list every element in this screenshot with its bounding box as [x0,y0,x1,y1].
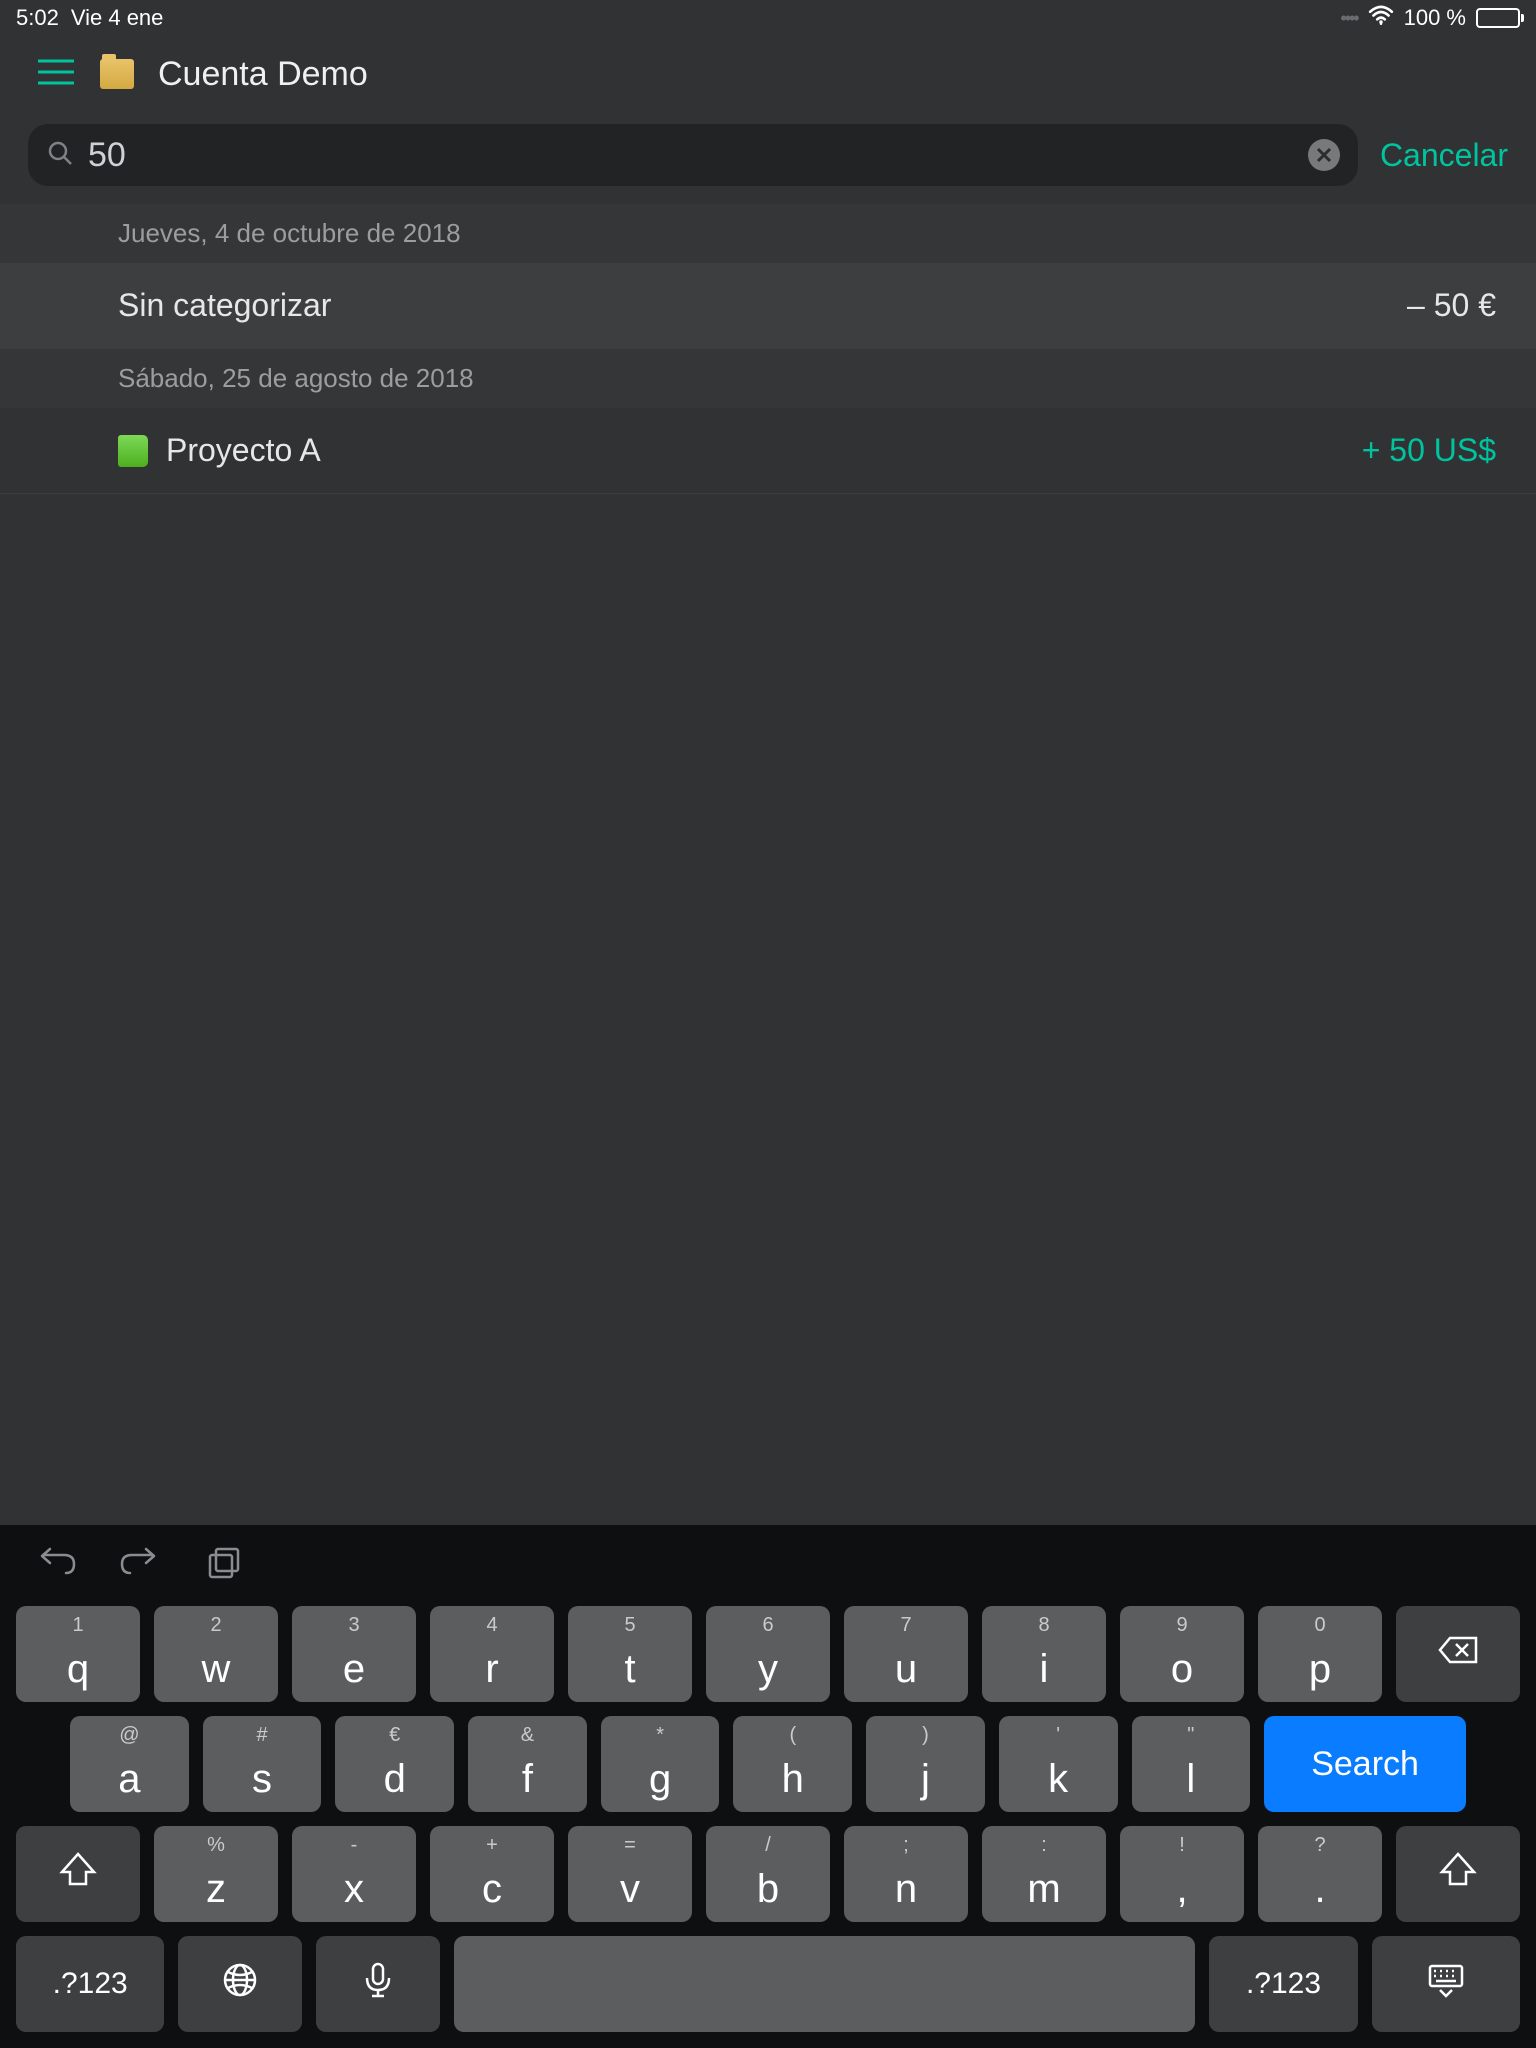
key-e[interactable]: 3e [292,1606,416,1702]
key-q[interactable]: 1q [16,1606,140,1702]
keyboard-toolbar [0,1537,1536,1606]
key-f[interactable]: &f [468,1716,587,1812]
status-bar: 5:02 Vie 4 ene •••• 100 % [0,0,1536,36]
hide-keyboard-key[interactable] [1372,1936,1520,2032]
wifi-icon [1368,5,1394,31]
key-x[interactable]: -x [292,1826,416,1922]
key-g[interactable]: *g [601,1716,720,1812]
key-,[interactable]: !, [1120,1826,1244,1922]
keyboard: 1q2w3e4r5t6y7u8i9o0p @a#s€d&f*g(h)j'k"lS… [0,1525,1536,2048]
row-amount: – 50 € [1407,287,1496,324]
row-label: Proyecto A [166,432,321,469]
key-w[interactable]: 2w [154,1606,278,1702]
key-n[interactable]: ;n [844,1826,968,1922]
mic-key[interactable] [316,1936,440,2032]
clipboard-icon[interactable] [200,1547,242,1586]
key-j[interactable]: )j [866,1716,985,1812]
key-p[interactable]: 0p [1258,1606,1382,1702]
space-key[interactable] [454,1936,1196,2032]
cancel-button[interactable]: Cancelar [1380,137,1508,174]
key-z[interactable]: %z [154,1826,278,1922]
redo-icon[interactable] [118,1547,160,1586]
key-c[interactable]: +c [430,1826,554,1922]
key-k[interactable]: 'k [999,1716,1118,1812]
key-o[interactable]: 9o [1120,1606,1244,1702]
shift-key-right[interactable] [1396,1826,1520,1922]
key-b[interactable]: /b [706,1826,830,1922]
shift-key[interactable] [16,1826,140,1922]
key-d[interactable]: €d [335,1716,454,1812]
undo-icon[interactable] [36,1547,78,1586]
status-date: Vie 4 ene [71,5,164,31]
list-item[interactable]: Sin categorizar – 50 € [0,263,1536,349]
key-v[interactable]: =v [568,1826,692,1922]
search-icon [46,139,74,172]
section-date-header: Sábado, 25 de agosto de 2018 [0,349,1536,408]
battery-icon [1476,8,1520,28]
key-s[interactable]: #s [203,1716,322,1812]
status-time: 5:02 [16,5,59,31]
app-header: Cuenta Demo [0,36,1536,112]
row-label: Sin categorizar [118,287,331,324]
signal-dots-icon: •••• [1340,8,1357,29]
folder-icon [100,59,134,89]
numsym-key[interactable]: .?123 [16,1936,164,2032]
search-key[interactable]: Search [1264,1716,1466,1812]
clear-search-button[interactable] [1308,139,1340,171]
row-amount: + 50 US$ [1362,432,1496,469]
battery-percent: 100 % [1404,5,1466,31]
key-u[interactable]: 7u [844,1606,968,1702]
key-h[interactable]: (h [733,1716,852,1812]
key-a[interactable]: @a [70,1716,189,1812]
key-l[interactable]: "l [1132,1716,1251,1812]
key-y[interactable]: 6y [706,1606,830,1702]
page-title: Cuenta Demo [158,55,368,94]
key-r[interactable]: 4r [430,1606,554,1702]
key-t[interactable]: 5t [568,1606,692,1702]
search-row: Cancelar [0,112,1536,204]
numsym-key-right[interactable]: .?123 [1209,1936,1357,2032]
list-item[interactable]: Proyecto A + 50 US$ [0,408,1536,494]
globe-key[interactable] [178,1936,302,2032]
results-list[interactable]: Jueves, 4 de octubre de 2018Sin categori… [0,204,1536,1525]
key-i[interactable]: 8i [982,1606,1106,1702]
menu-icon[interactable] [36,57,76,92]
search-input[interactable] [88,136,1294,175]
section-date-header: Jueves, 4 de octubre de 2018 [0,204,1536,263]
key-m[interactable]: :m [982,1826,1106,1922]
category-icon [118,435,148,467]
search-field[interactable] [28,124,1358,186]
key-.[interactable]: ?. [1258,1826,1382,1922]
backspace-key[interactable] [1396,1606,1520,1702]
